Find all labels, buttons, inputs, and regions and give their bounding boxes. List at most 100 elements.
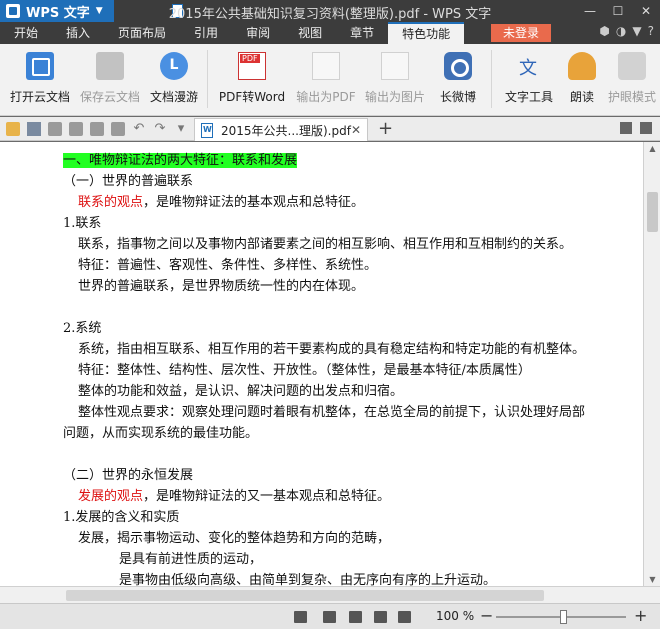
menu-special-features[interactable]: 特色功能	[388, 22, 465, 44]
save-cloud-doc-button[interactable]: 保存云文档	[78, 50, 142, 110]
menu-home[interactable]: 开始	[0, 22, 52, 44]
export-image-icon	[381, 52, 409, 80]
button-label: 文字工具	[504, 90, 553, 104]
weibo-icon	[444, 52, 472, 80]
export-image-button[interactable]: 输出为图片	[364, 50, 426, 110]
vertical-scrollbar[interactable]: ▲ ▼	[643, 142, 660, 586]
cloud-save-icon	[96, 52, 124, 80]
menu-bar: 开始 插入 页面布局 引用 审阅 视图 章节 特色功能	[0, 22, 660, 44]
scroll-up-icon[interactable]: ▲	[644, 144, 660, 153]
button-label: 长微博	[439, 90, 476, 104]
web-view-icon[interactable]	[374, 611, 387, 623]
doc-paragraph: 发展的观点，是唯物辩证法的又一基本观点和总特征。	[63, 486, 623, 507]
doc-roam-button[interactable]: 文档漫游	[148, 50, 200, 110]
doc-paragraph: 特征：普遍性、客观性、条件性、多样性、系统性。	[78, 258, 378, 273]
menu-review[interactable]: 审阅	[232, 22, 284, 44]
open-folder-icon[interactable]	[6, 122, 20, 136]
doc-red-term: 发展的观点	[78, 489, 144, 504]
document-area[interactable]: 一、唯物辩证法的两大特征：联系和发展 （一）世界的普遍联系 联系的观点，是唯物辩…	[0, 142, 643, 586]
undo-icon[interactable]: ↶	[132, 122, 146, 136]
status-bar: 100 % − +	[0, 603, 660, 629]
text-tools-button[interactable]: 文字工具	[500, 50, 558, 110]
page-icon[interactable]	[111, 122, 125, 136]
document-tab[interactable]: 2015年公共...理版).pdf ✕	[194, 118, 368, 141]
new-tab-icon[interactable]: +	[378, 119, 393, 139]
doc-paragraph: 是事物由低级向高级、由简单到复杂、由无序向有序的上升运动。	[119, 573, 497, 586]
ribbon: 打开云文档 保存云文档 文档漫游 PDF转Word 输出为PDF 输出为图片 长…	[0, 44, 660, 116]
button-label: 保存云文档	[79, 90, 140, 104]
button-label: 输出为图片	[364, 90, 425, 104]
ribbon-divider	[491, 50, 492, 108]
restore-icon[interactable]	[640, 122, 652, 134]
eye-care-icon	[618, 52, 646, 80]
roam-icon	[160, 52, 188, 80]
print-icon[interactable]	[69, 122, 83, 136]
menu-chapter[interactable]: 章节	[336, 22, 388, 44]
read-aloud-button[interactable]: 朗读	[567, 50, 597, 110]
doc-section-title: 2.系统	[63, 321, 102, 336]
maximize-icon[interactable]: ☐	[604, 0, 632, 22]
zoom-slider-knob[interactable]	[560, 610, 567, 624]
text-tools-icon	[515, 52, 543, 80]
word-doc-icon	[201, 122, 213, 138]
button-label: PDF转Word	[218, 90, 286, 104]
login-button[interactable]: 未登录	[491, 24, 551, 42]
button-label: 文档漫游	[149, 90, 198, 104]
export-pdf-button[interactable]: 输出为PDF	[296, 50, 356, 110]
eye-protect-icon[interactable]	[398, 611, 411, 623]
doc-subheading: （一）世界的普遍联系	[63, 174, 194, 189]
window-mode-icon[interactable]	[620, 122, 632, 134]
button-label: 打开云文档	[9, 90, 70, 104]
menu-insert[interactable]: 插入	[52, 22, 104, 44]
open-cloud-doc-button[interactable]: 打开云文档	[8, 50, 72, 110]
horizontal-scrollbar[interactable]	[0, 586, 660, 603]
doc-subheading: （二）世界的永恒发展	[63, 468, 194, 483]
help-icon[interactable]: ?	[648, 24, 654, 38]
menu-page-layout[interactable]: 页面布局	[104, 22, 180, 44]
menu-view[interactable]: 视图	[284, 22, 336, 44]
long-weibo-button[interactable]: 长微博	[434, 50, 482, 110]
ribbon-divider	[207, 50, 208, 108]
doc-paragraph: 问题，从而实现系统的最佳功能。	[63, 426, 259, 441]
doc-paragraph: 联系，指事物之间以及事物内部诸要素之间的相互影响、相互作用和互相制约的关系。	[78, 237, 573, 252]
eye-care-button[interactable]: 护眼模式	[604, 50, 660, 110]
close-icon[interactable]: ✕	[632, 0, 660, 22]
cloud-open-icon	[26, 52, 54, 80]
doc-paragraph: 发展，揭示事物运动、变化的整体趋势和方向的范畴，	[78, 531, 391, 546]
doc-paragraph: 整体性观点要求：观察处理问题时着眼有机整体，在总览全局的前提下，认识处理好局部	[78, 405, 586, 420]
button-label: 朗读	[569, 90, 594, 104]
outline-view-icon[interactable]	[349, 611, 362, 623]
window-title: 2015年公共基础知识复习资料(整理版).pdf - WPS 文字	[168, 7, 492, 22]
scroll-down-icon[interactable]: ▼	[644, 575, 660, 584]
doc-paragraph: 整体的功能和效益，是认识、解决问题的出发点和归宿。	[78, 384, 404, 399]
tab-title: 2015年公共...理版).pdf	[221, 123, 351, 138]
menu-references[interactable]: 引用	[180, 22, 232, 44]
doc-heading: 一、唯物辩证法的两大特征：联系和发展	[63, 153, 298, 168]
horizontal-scroll-thumb[interactable]	[66, 590, 544, 601]
export-pdf-icon	[312, 52, 340, 80]
close-tab-icon[interactable]: ✕	[351, 123, 361, 137]
doc-paragraph: 特征：整体性、结构性、层次性、开放性。（整体性，是最基本特征/本质属性）	[78, 363, 531, 378]
save-icon[interactable]	[27, 122, 41, 136]
doc-red-term: 联系的观点	[78, 195, 144, 210]
qat-right-controls	[620, 122, 652, 134]
view-mode-icon[interactable]	[294, 611, 307, 623]
shirt-icon[interactable]: ▼	[632, 24, 641, 38]
zoom-out-icon[interactable]: −	[480, 606, 493, 625]
export-icon[interactable]	[48, 122, 62, 136]
print-preview-icon[interactable]	[90, 122, 104, 136]
skin-icon[interactable]: ⬢	[599, 24, 609, 38]
menu-right-icons: ⬢ ◑ ▼ ?	[599, 24, 654, 38]
doc-paragraph: 系统，指由相互联系、相互作用的若干要素构成的具有稳定结构和特定功能的有机整体。	[78, 342, 586, 357]
pdf-to-word-button[interactable]: PDF转Word	[218, 50, 286, 110]
minimize-icon[interactable]: —	[576, 0, 604, 22]
button-label: 输出为PDF	[296, 90, 356, 104]
zoom-in-icon[interactable]: +	[634, 606, 647, 625]
read-aloud-icon	[568, 52, 596, 80]
button-label: 护眼模式	[607, 90, 656, 104]
vertical-scroll-thumb[interactable]	[647, 192, 658, 232]
page-view-icon[interactable]	[323, 611, 336, 623]
redo-icon[interactable]: ↷	[153, 122, 167, 136]
share-icon[interactable]: ◑	[616, 24, 626, 38]
chevron-down-icon[interactable]: ▾	[174, 122, 188, 136]
